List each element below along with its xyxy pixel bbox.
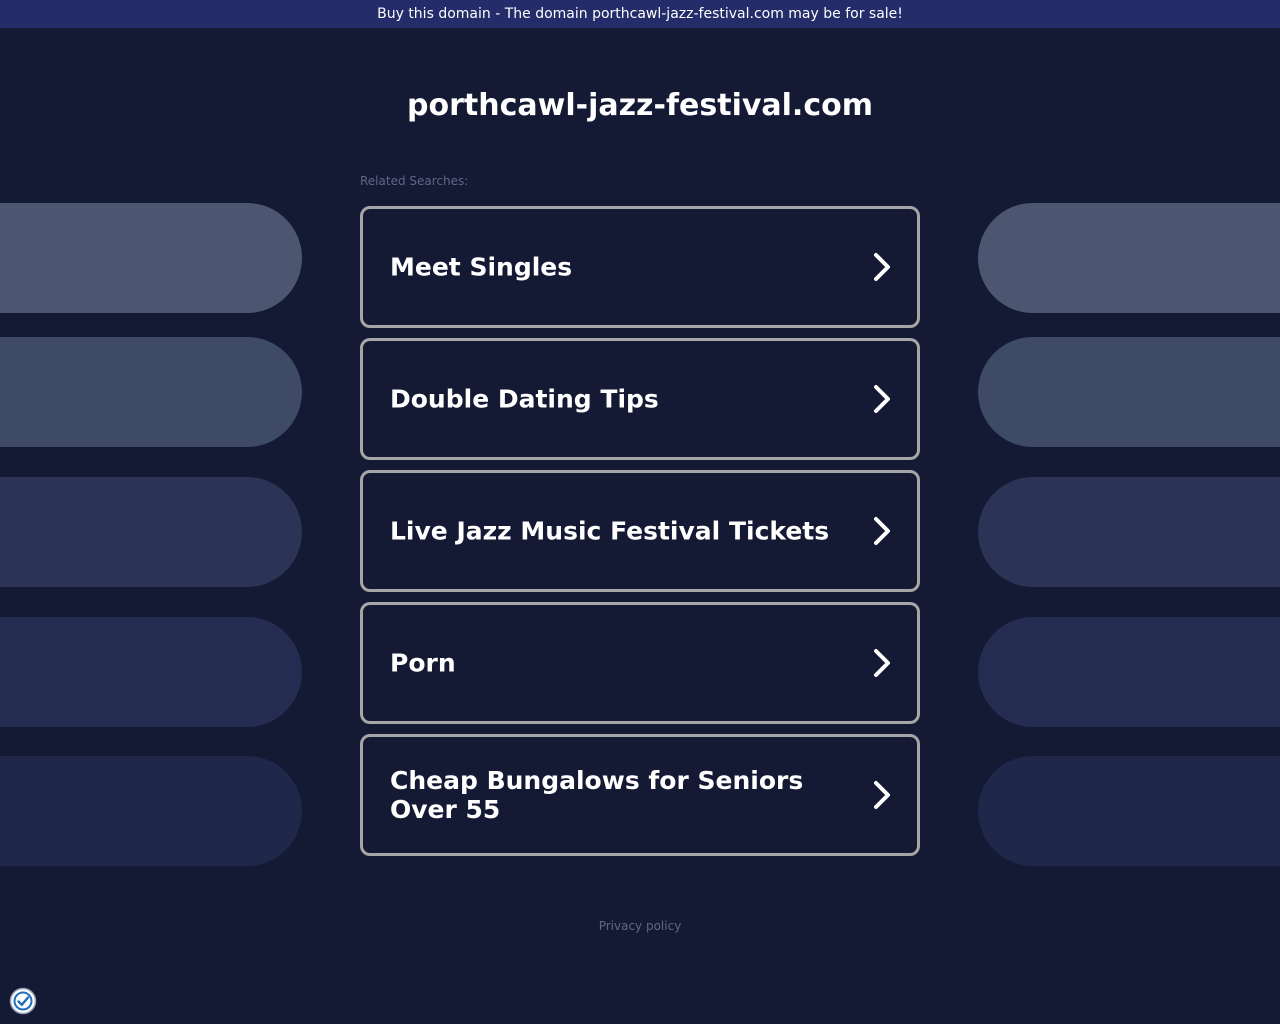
related-search-link-cheap-bungalows[interactable]: Cheap Bungalows for Seniors Over 55: [360, 734, 920, 856]
chevron-right-icon: [874, 517, 890, 545]
related-search-label: Meet Singles: [390, 252, 573, 282]
related-search-link-double-dating-tips[interactable]: Double Dating Tips: [360, 338, 920, 460]
page: Buy this domain - The domain porthcawl-j…: [0, 0, 1280, 1024]
chevron-right-icon: [874, 385, 890, 413]
related-search-label: Porn: [390, 648, 456, 678]
related-search-link-meet-singles[interactable]: Meet Singles: [360, 206, 920, 328]
related-search-label: Cheap Bungalows for Seniors Over 55: [390, 766, 804, 824]
chevron-right-icon: [874, 649, 890, 677]
decor-pill-right: [978, 337, 1280, 447]
decor-pill-left: [0, 477, 302, 587]
chevron-right-icon: [874, 253, 890, 281]
decor-pill-left: [0, 617, 302, 727]
decor-pill-left: [0, 203, 302, 313]
related-search-link-live-jazz-tickets[interactable]: Live Jazz Music Festival Tickets: [360, 470, 920, 592]
privacy-policy-link[interactable]: Privacy policy: [0, 919, 1280, 934]
privacy-consent-badge-icon[interactable]: [9, 987, 37, 1015]
domain-title: porthcawl-jazz-festival.com: [407, 88, 873, 123]
decor-pill-right: [978, 477, 1280, 587]
decor-pill-left: [0, 337, 302, 447]
related-search-label: Double Dating Tips: [390, 384, 659, 414]
decor-pill-right: [978, 756, 1280, 866]
decor-pill-right: [978, 617, 1280, 727]
related-searches-label: Related Searches:: [360, 174, 469, 188]
decor-pill-left: [0, 756, 302, 866]
chevron-right-icon: [874, 781, 890, 809]
buy-domain-banner[interactable]: Buy this domain - The domain porthcawl-j…: [0, 0, 1280, 28]
related-search-link-porn[interactable]: Porn: [360, 602, 920, 724]
related-search-label: Live Jazz Music Festival Tickets: [390, 516, 830, 546]
decor-pill-right: [978, 203, 1280, 313]
